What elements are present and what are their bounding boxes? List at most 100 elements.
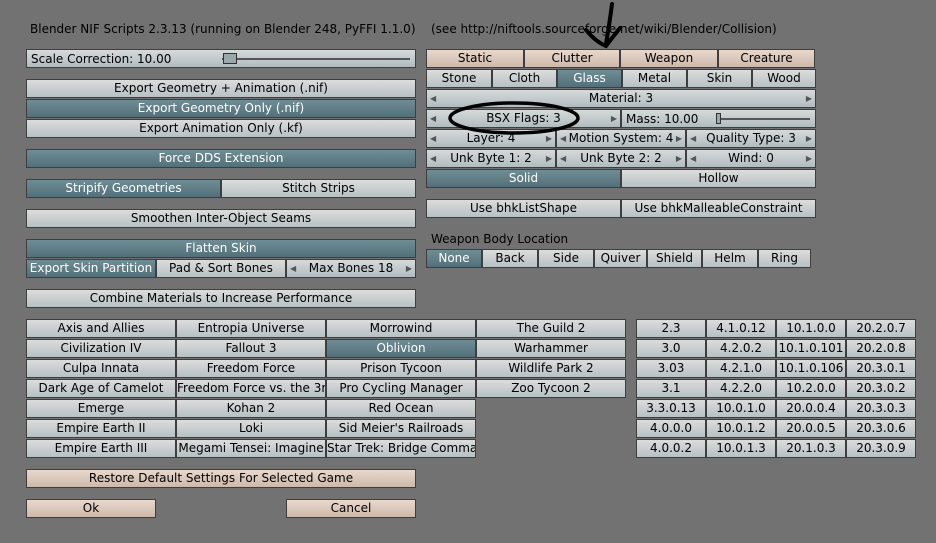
game-button[interactable]: Megami Tensei: Imagine <box>176 439 326 458</box>
scale-correction-slider[interactable]: Scale Correction: 10.00 <box>26 49 416 68</box>
decrement-arrow-icon[interactable]: ◀ <box>430 90 436 107</box>
export-skin-partition-toggle[interactable]: Export Skin Partition <box>26 259 156 278</box>
version-button[interactable]: 3.1 <box>636 379 706 398</box>
version-button[interactable]: 10.1.0.101 <box>776 339 846 358</box>
version-button[interactable]: 2.3 <box>636 319 706 338</box>
export-animation-only-button[interactable]: Export Animation Only (.kf) <box>26 119 416 138</box>
smoothen-seams-toggle[interactable]: Smoothen Inter-Object Seams <box>26 209 416 228</box>
version-button[interactable]: 20.3.0.2 <box>846 379 916 398</box>
force-dds-extension-toggle[interactable]: Force DDS Extension <box>26 149 416 168</box>
material-cloth[interactable]: Cloth <box>492 69 557 88</box>
weapon-location-quiver[interactable]: Quiver <box>594 249 647 268</box>
max-bones-field[interactable]: ◀ Max Bones 18 ▶ <box>286 259 416 278</box>
export-geometry-animation-button[interactable]: Export Geometry + Animation (.nif) <box>26 79 416 98</box>
game-button[interactable]: Freedom Force vs. the 3r <box>176 379 326 398</box>
increment-arrow-icon[interactable]: ▶ <box>676 130 682 147</box>
decrement-arrow-icon[interactable]: ◀ <box>560 150 566 167</box>
game-button[interactable]: Kohan 2 <box>176 399 326 418</box>
game-button-selected[interactable]: Oblivion <box>326 339 476 358</box>
quality-type-field[interactable]: ◀ Quality Type: 3 ▶ <box>686 129 816 148</box>
game-button[interactable]: Loki <box>176 419 326 438</box>
game-button[interactable]: Fallout 3 <box>176 339 326 358</box>
game-button[interactable]: Sid Meier's Railroads <box>326 419 476 438</box>
collision-type-static[interactable]: Static <box>426 49 524 68</box>
decrement-arrow-icon[interactable]: ◀ <box>430 110 436 127</box>
increment-arrow-icon[interactable]: ▶ <box>806 130 812 147</box>
version-button[interactable]: 4.2.1.0 <box>706 359 776 378</box>
ok-button[interactable]: Ok <box>26 499 156 518</box>
version-button[interactable]: 20.3.0.9 <box>846 439 916 458</box>
game-button[interactable]: Empire Earth II <box>26 419 176 438</box>
game-button[interactable]: Dark Age of Camelot <box>26 379 176 398</box>
use-bhkmalleableconstraint-toggle[interactable]: Use bhkMalleableConstraint <box>621 199 816 218</box>
weapon-location-helm[interactable]: Helm <box>702 249 758 268</box>
collision-type-weapon[interactable]: Weapon <box>620 49 718 68</box>
version-button[interactable]: 10.2.0.0 <box>776 379 846 398</box>
collision-type-clutter[interactable]: Clutter <box>524 49 620 68</box>
increment-arrow-icon[interactable]: ▶ <box>546 130 552 147</box>
weapon-location-shield[interactable]: Shield <box>647 249 702 268</box>
version-button[interactable]: 4.2.2.0 <box>706 379 776 398</box>
increment-arrow-icon[interactable]: ▶ <box>676 150 682 167</box>
version-button[interactable]: 4.0.0.0 <box>636 419 706 438</box>
slider-thumb[interactable] <box>716 113 721 124</box>
decrement-arrow-icon[interactable]: ◀ <box>560 130 566 147</box>
motion-system-field[interactable]: ◀ Motion System: 4 ▶ <box>556 129 686 148</box>
version-button[interactable]: 20.3.0.3 <box>846 399 916 418</box>
version-button[interactable]: 10.0.1.3 <box>706 439 776 458</box>
increment-arrow-icon[interactable]: ▶ <box>406 260 412 277</box>
mass-slider[interactable]: Mass: 10.00 <box>621 109 816 128</box>
collision-type-creature[interactable]: Creature <box>718 49 815 68</box>
game-button[interactable]: Emerge <box>26 399 176 418</box>
version-button[interactable]: 3.03 <box>636 359 706 378</box>
version-button[interactable]: 20.0.0.5 <box>776 419 846 438</box>
increment-arrow-icon[interactable]: ▶ <box>806 150 812 167</box>
decrement-arrow-icon[interactable]: ◀ <box>690 130 696 147</box>
version-button[interactable]: 4.1.0.12 <box>706 319 776 338</box>
game-button[interactable]: Zoo Tycoon 2 <box>476 379 626 398</box>
version-button[interactable]: 20.1.0.3 <box>776 439 846 458</box>
version-button[interactable]: 10.0.1.2 <box>706 419 776 438</box>
pad-sort-bones-toggle[interactable]: Pad & Sort Bones <box>156 259 286 278</box>
cancel-button[interactable]: Cancel <box>286 499 416 518</box>
version-button[interactable]: 20.3.0.1 <box>846 359 916 378</box>
material-stone[interactable]: Stone <box>426 69 492 88</box>
version-button[interactable]: 4.0.0.2 <box>636 439 706 458</box>
game-button[interactable]: Pro Cycling Manager <box>326 379 476 398</box>
decrement-arrow-icon[interactable]: ◀ <box>690 150 696 167</box>
version-button[interactable]: 3.3.0.13 <box>636 399 706 418</box>
weapon-location-back[interactable]: Back <box>482 249 538 268</box>
game-button[interactable]: Red Ocean <box>326 399 476 418</box>
weapon-location-ring[interactable]: Ring <box>758 249 811 268</box>
version-button[interactable]: 3.0 <box>636 339 706 358</box>
increment-arrow-icon[interactable]: ▶ <box>806 90 812 107</box>
material-metal[interactable]: Metal <box>622 69 687 88</box>
game-button[interactable]: Morrowind <box>326 319 476 338</box>
version-button[interactable]: 10.1.0.0 <box>776 319 846 338</box>
flatten-skin-toggle[interactable]: Flatten Skin <box>26 239 416 258</box>
material-number-field[interactable]: ◀ Material: 3 ▶ <box>426 89 816 108</box>
solid-toggle[interactable]: Solid <box>426 169 621 188</box>
game-button[interactable]: Wildlife Park 2 <box>476 359 626 378</box>
game-button[interactable]: Freedom Force <box>176 359 326 378</box>
layer-field[interactable]: ◀ Layer: 4 ▶ <box>426 129 556 148</box>
weapon-location-none[interactable]: None <box>426 249 482 268</box>
hollow-toggle[interactable]: Hollow <box>621 169 816 188</box>
material-skin[interactable]: Skin <box>687 69 752 88</box>
version-button[interactable]: 10.0.1.0 <box>706 399 776 418</box>
increment-arrow-icon[interactable]: ▶ <box>611 110 617 127</box>
export-geometry-only-button[interactable]: Export Geometry Only (.nif) <box>26 99 416 118</box>
slider-thumb[interactable] <box>223 53 237 64</box>
increment-arrow-icon[interactable]: ▶ <box>546 150 552 167</box>
stripify-geometries-toggle[interactable]: Stripify Geometries <box>26 179 221 198</box>
decrement-arrow-icon[interactable]: ◀ <box>430 130 436 147</box>
use-bhklistshape-toggle[interactable]: Use bhkListShape <box>426 199 621 218</box>
game-button[interactable]: Warhammer <box>476 339 626 358</box>
game-button[interactable]: Civilization IV <box>26 339 176 358</box>
decrement-arrow-icon[interactable]: ◀ <box>290 260 296 277</box>
material-glass[interactable]: Glass <box>557 69 622 88</box>
material-wood[interactable]: Wood <box>752 69 816 88</box>
game-button[interactable]: The Guild 2 <box>476 319 626 338</box>
version-button[interactable]: 20.3.0.6 <box>846 419 916 438</box>
game-button[interactable]: Axis and Allies <box>26 319 176 338</box>
